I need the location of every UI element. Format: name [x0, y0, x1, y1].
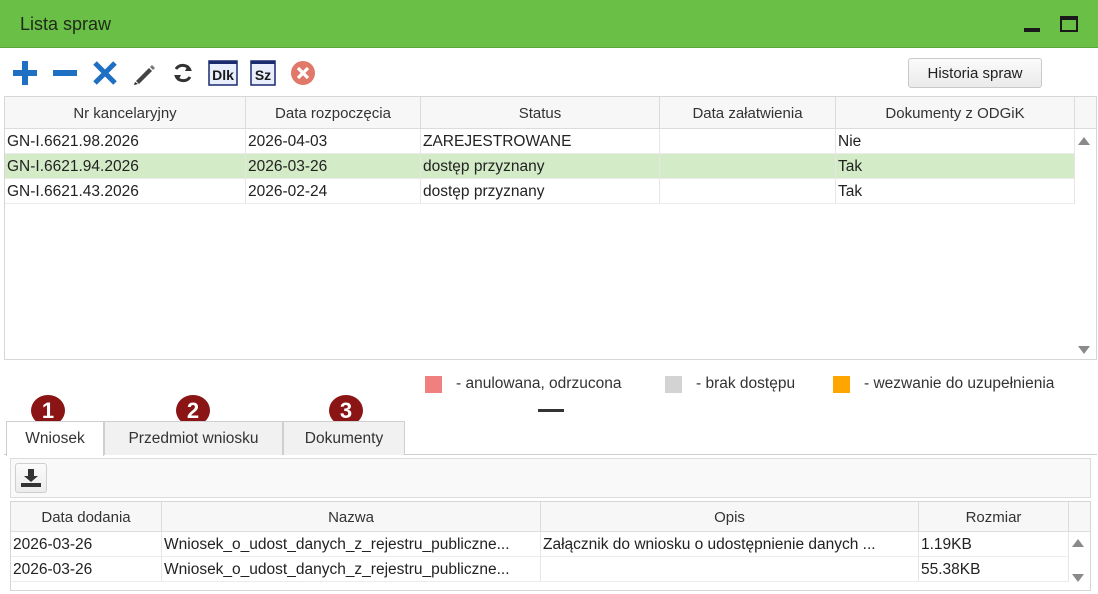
tab-dokumenty[interactable]: Dokumenty: [283, 421, 405, 455]
pencil-icon: [134, 65, 155, 85]
column-header[interactable]: Nr kancelaryjny: [5, 97, 246, 129]
legend-item: - wezwanie do uzupełnienia: [833, 374, 1054, 394]
scroll-up-icon[interactable]: [1078, 137, 1090, 145]
add-button[interactable]: [10, 58, 40, 88]
cases-table: Nr kancelaryjny Data rozpoczęcia Status …: [4, 96, 1097, 360]
case-odgik: Nie: [836, 129, 1075, 154]
minimize-icon[interactable]: [1024, 28, 1040, 32]
case-done-date: [660, 179, 836, 204]
splitter-handle[interactable]: [538, 409, 564, 412]
column-header[interactable]: Status: [421, 97, 660, 129]
table-header: Nr kancelaryjny Data rozpoczęcia Status …: [5, 97, 1096, 129]
attachment-size: 55.38KB: [919, 557, 1069, 582]
case-start-date: 2026-03-26: [246, 154, 421, 179]
attachments-toolbar: [10, 458, 1091, 498]
legend-label: - brak dostępu: [696, 375, 796, 392]
svg-text:Sz: Sz: [255, 67, 271, 83]
case-done-date: [660, 154, 836, 179]
toolbar: Dlk Sz Historia spraw: [4, 52, 1094, 94]
case-status: dostęp przyznany: [421, 179, 660, 204]
legend-swatch: [833, 375, 850, 393]
column-header[interactable]: Opis: [541, 502, 919, 532]
case-status: ZAREJESTROWANE: [421, 129, 660, 154]
column-header[interactable]: Data załatwienia: [660, 97, 836, 129]
legend-item: - brak dostępu: [665, 374, 795, 394]
table-row[interactable]: GN-I.6621.43.2026 2026-02-24 dostęp przy…: [5, 179, 1075, 204]
attachments-table: Data dodania Nazwa Opis Rozmiar 2026-03-…: [10, 501, 1091, 591]
scroll-up-icon[interactable]: [1072, 539, 1084, 547]
case-odgik: Tak: [836, 154, 1075, 179]
case-start-date: 2026-02-24: [246, 179, 421, 204]
tab-przedmiot-wniosku[interactable]: Przedmiot wniosku: [104, 421, 283, 455]
legend-label: - anulowana, odrzucona: [456, 375, 622, 392]
attachment-name: Wniosek_o_udost_danych_z_rejestru_public…: [162, 532, 541, 557]
case-start-date: 2026-04-03: [246, 129, 421, 154]
edit-button[interactable]: [129, 58, 159, 88]
x-icon: [93, 61, 117, 85]
case-status: dostęp przyznany: [421, 154, 660, 179]
remove-button[interactable]: [50, 58, 80, 88]
case-done-date: [660, 129, 836, 154]
case-number: GN-I.6621.94.2026: [5, 154, 246, 179]
refresh-icon: [174, 63, 192, 83]
table-row[interactable]: 2026-03-26 Wniosek_o_udost_danych_z_reje…: [11, 532, 1069, 557]
attachment-date: 2026-03-26: [11, 532, 162, 557]
scroll-down-icon[interactable]: [1078, 346, 1090, 354]
cancel-button[interactable]: [288, 58, 318, 88]
case-number: GN-I.6621.43.2026: [5, 179, 246, 204]
scroll-down-icon[interactable]: [1072, 574, 1084, 582]
attachment-date: 2026-03-26: [11, 557, 162, 582]
case-number: GN-I.6621.98.2026: [5, 129, 246, 154]
column-header[interactable]: Nazwa: [162, 502, 541, 532]
history-button[interactable]: Historia spraw: [908, 58, 1042, 88]
download-icon: [21, 469, 41, 487]
attachment-size: 1.19KB: [919, 532, 1069, 557]
maximize-icon[interactable]: [1060, 16, 1078, 32]
table-header: Data dodania Nazwa Opis Rozmiar: [11, 502, 1090, 532]
column-header[interactable]: Rozmiar: [919, 502, 1069, 532]
plus-icon: [13, 61, 37, 85]
download-button[interactable]: [15, 463, 47, 493]
dlk-icon: Dlk: [208, 60, 238, 86]
svg-text:Dlk: Dlk: [212, 67, 234, 83]
case-odgik: Tak: [836, 179, 1075, 204]
legend-swatch: [665, 375, 682, 393]
refresh-button[interactable]: [168, 58, 198, 88]
table-row[interactable]: 2026-03-26 Wniosek_o_udost_danych_z_reje…: [11, 557, 1069, 582]
delete-button[interactable]: [90, 58, 120, 88]
table-row[interactable]: GN-I.6621.98.2026 2026-04-03 ZAREJESTROW…: [5, 129, 1075, 154]
attachment-name: Wniosek_o_udost_danych_z_rejestru_public…: [162, 557, 541, 582]
sz-button[interactable]: Sz: [248, 58, 278, 88]
dlk-button[interactable]: Dlk: [208, 58, 238, 88]
column-header[interactable]: Data rozpoczęcia: [246, 97, 421, 129]
legend-swatch: [425, 375, 442, 393]
cancel-icon: [291, 61, 315, 85]
legend-label: - wezwanie do uzupełnienia: [864, 375, 1055, 392]
attachment-description: Załącznik do wniosku o udostępnienie dan…: [541, 532, 919, 557]
column-header[interactable]: Data dodania: [11, 502, 162, 532]
minus-icon: [53, 70, 77, 76]
column-header[interactable]: Dokumenty z ODGiK: [836, 97, 1075, 129]
tab-wniosek[interactable]: Wniosek: [6, 421, 104, 456]
table-row-selected[interactable]: GN-I.6621.94.2026 2026-03-26 dostęp przy…: [5, 154, 1075, 179]
attachment-description: [541, 557, 919, 582]
window-title: Lista spraw: [20, 14, 112, 34]
title-bar: Lista spraw: [0, 0, 1098, 48]
sz-icon: Sz: [250, 60, 276, 86]
legend-item: - anulowana, odrzucona: [425, 374, 621, 394]
